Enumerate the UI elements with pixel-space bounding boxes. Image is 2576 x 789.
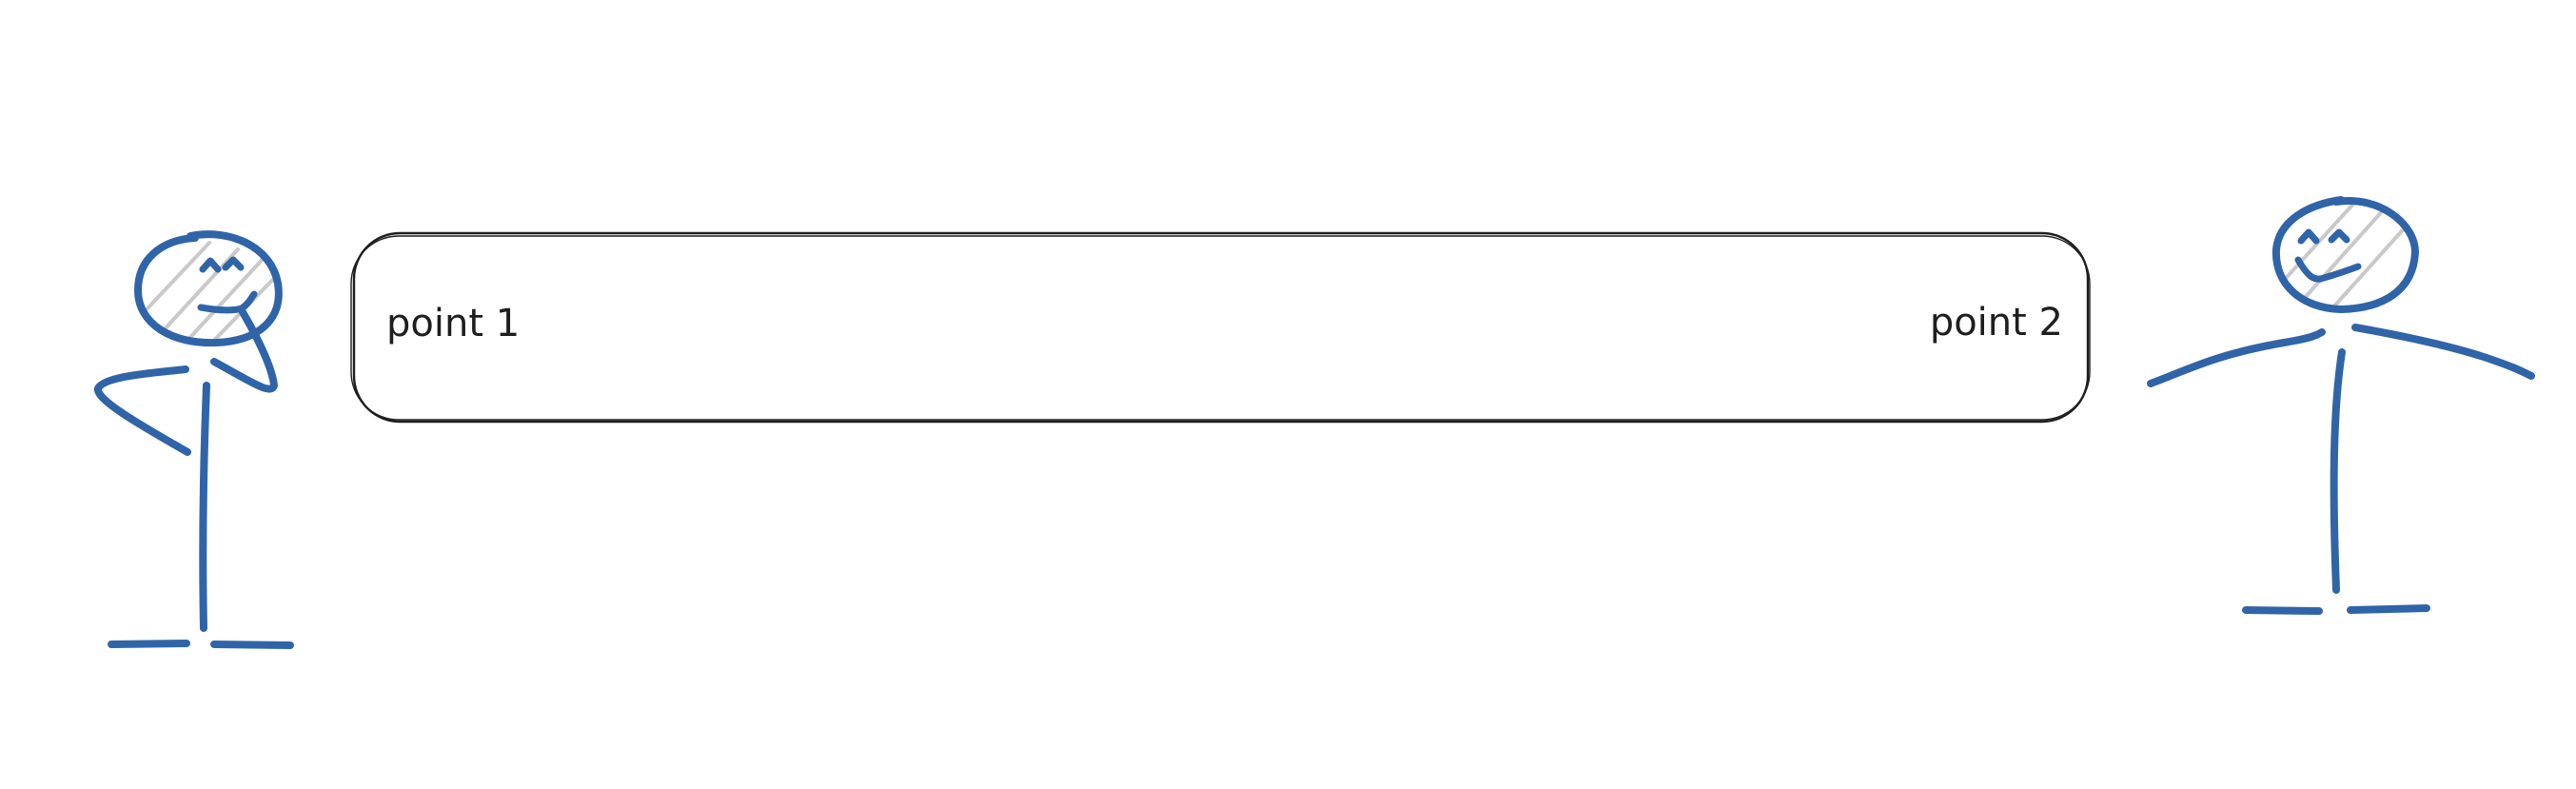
right-right-eye bbox=[2328, 228, 2350, 244]
right-foot-left bbox=[2242, 606, 2323, 615]
diagram-canvas: point 1 point 2 bbox=[94, 196, 2535, 649]
right-foot-right bbox=[2347, 604, 2430, 614]
left-head-outline bbox=[134, 230, 283, 347]
left-body bbox=[199, 382, 210, 632]
left-foot-left bbox=[108, 640, 190, 648]
right-arm-left bbox=[2147, 328, 2326, 387]
point-1-label: point 1 bbox=[386, 302, 520, 345]
connection-box: point 1 point 2 bbox=[350, 231, 2091, 424]
right-eye bbox=[222, 256, 245, 271]
right-body bbox=[2330, 348, 2346, 594]
right-left-eye bbox=[2297, 228, 2320, 245]
stick-figure-right bbox=[2147, 196, 2535, 615]
right-arm-right bbox=[2351, 324, 2535, 380]
right-head bbox=[2271, 196, 2419, 313]
connection-box-outline bbox=[352, 231, 2090, 424]
left-head bbox=[134, 230, 283, 347]
stick-figure-left bbox=[94, 230, 294, 649]
left-foot-right bbox=[210, 641, 294, 649]
left-arm-on-hip bbox=[94, 365, 191, 456]
left-eye bbox=[199, 257, 222, 273]
point-2-label: point 2 bbox=[1930, 301, 2063, 345]
